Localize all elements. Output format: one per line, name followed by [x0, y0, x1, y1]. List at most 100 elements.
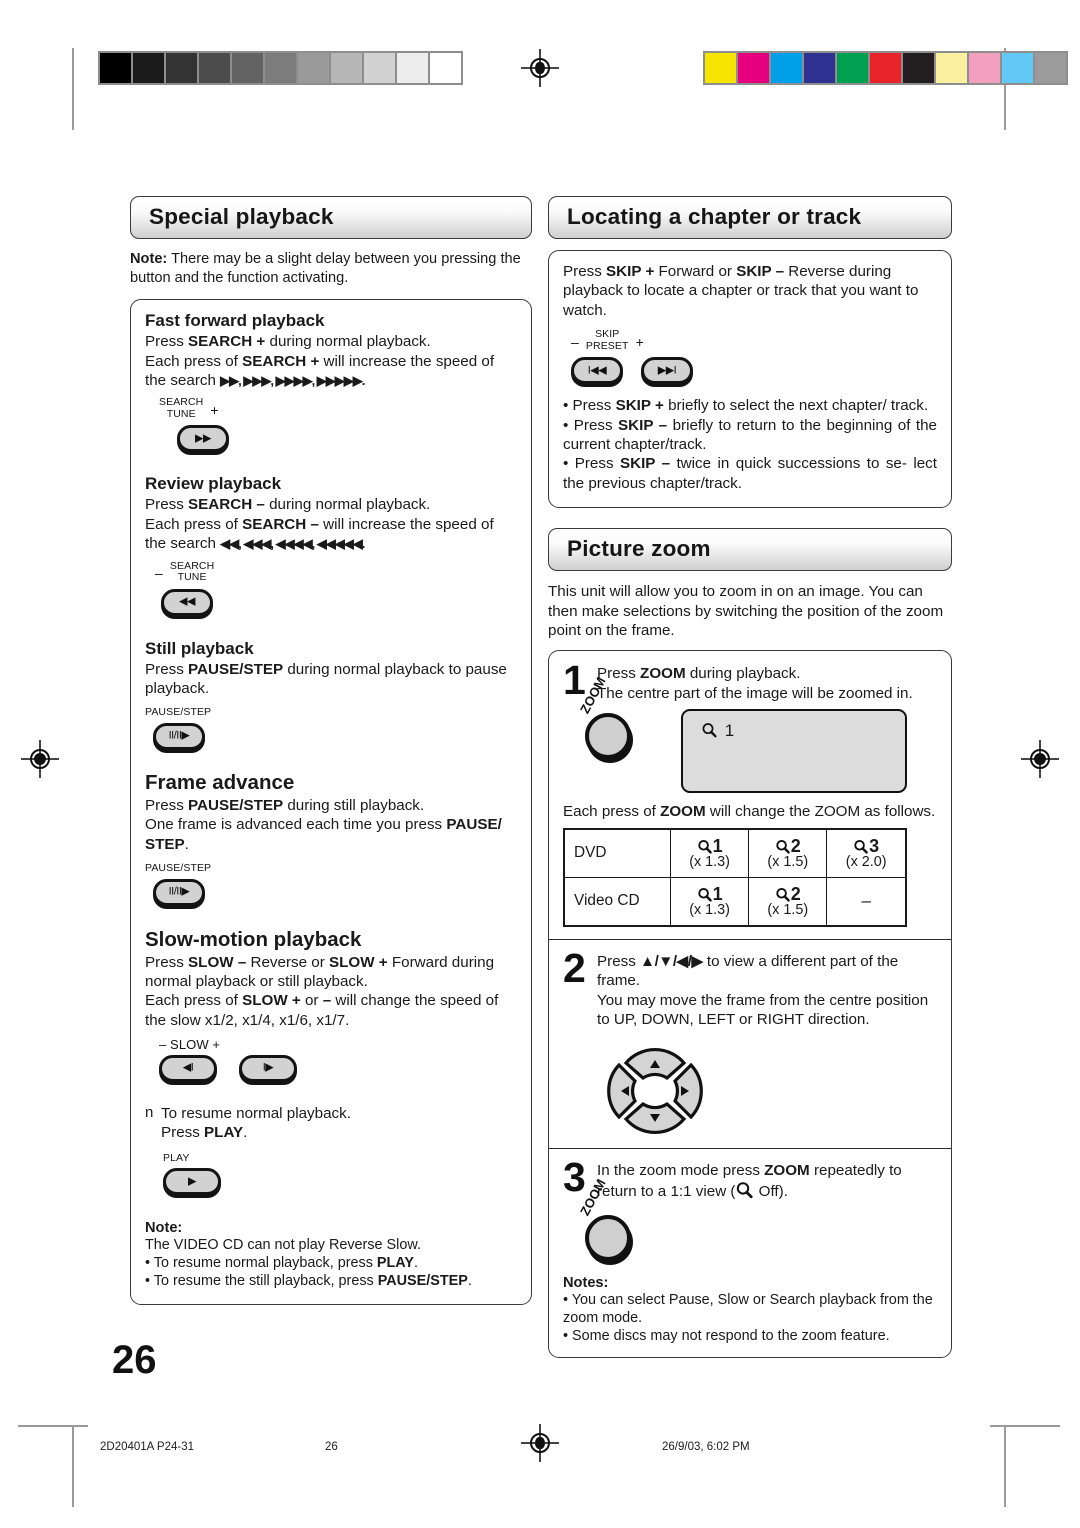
crop-rule-left-bottom — [72, 1425, 74, 1507]
step2-line1: Press ▲/▼/◀/▶ to view a different part o… — [597, 952, 937, 991]
skip-next-icon: ▶▶I — [657, 364, 677, 377]
grayscale-calibration-bar — [98, 51, 463, 85]
key-caption-search-tune-plus: SEARCH TUNE + — [159, 397, 517, 420]
table-cell-disc-type: Video CD — [563, 876, 671, 927]
txt: Press — [161, 1124, 205, 1142]
dial-rim — [585, 1214, 631, 1261]
kbd-skip-minus: SKIP – — [736, 263, 785, 280]
remote-key-search-forward[interactable]: ▶▶ — [177, 425, 229, 453]
gray-swatch-6 — [298, 53, 329, 83]
pause-play-icon: II/II▶ — [168, 885, 190, 898]
gray-swatch-1 — [133, 53, 164, 83]
remote-key-pause-step-frame[interactable]: II/II▶ — [153, 878, 205, 906]
key-caption-search-tune-minus: – SEARCH TUNE — [155, 560, 517, 584]
kbd-slow-plus: SLOW + — [242, 992, 301, 1010]
step-number: 2 — [563, 945, 586, 992]
kbd-slow-plus: SLOW + — [329, 953, 388, 971]
note-label: Note: — [130, 251, 168, 267]
key-caption-play: PLAY — [163, 1151, 190, 1164]
txt: during playback. — [685, 665, 801, 683]
slow-line1: Press SLOW – Reverse or SLOW + Forward d… — [145, 953, 517, 992]
txt: Each press of — [145, 352, 243, 370]
notes-title: Notes: — [563, 1274, 609, 1291]
resume-line2: Press PLAY. — [161, 1123, 351, 1142]
caption-line-1: SEARCH — [159, 396, 204, 409]
crop-rule-right-bottom — [1004, 1425, 1006, 1507]
txt: will change the ZOOM as follows. — [705, 803, 936, 821]
picture-zoom-notes: Notes: • You can select Pause, Slow or S… — [563, 1275, 937, 1345]
gray-swatch-0 — [100, 53, 131, 83]
zoom-multiplier: (x 1.3) — [689, 901, 730, 918]
fast-forward-arrow-icons: ▶▶, ▶▶▶, ▶▶▶▶, ▶▶▶▶▶. — [220, 373, 365, 388]
special-playback-box: Fast forward playback Press SEARCH + dur… — [130, 299, 532, 1306]
block-frame-advance: Frame advance Press PAUSE/STEP during st… — [145, 771, 517, 911]
heading-still-playback: Still playback — [145, 638, 254, 658]
zoom-step-2: 2 Press ▲/▼/◀/▶ to view a different part… — [549, 940, 951, 1148]
color-swatch-2 — [771, 53, 802, 83]
frame-advance-line1: Press PAUSE/STEP during still playback. — [145, 796, 517, 815]
remote-key-slow-forward[interactable]: I▶ — [239, 1054, 297, 1082]
caption-line-2: TUNE — [166, 407, 196, 420]
kbd-zoom: ZOOM — [640, 665, 686, 683]
list-item: • Press SKIP – briefly to return to the … — [563, 416, 937, 455]
heading-review-playback: Review playback — [145, 474, 282, 494]
section-header-picture-zoom: Picture zoom — [548, 528, 952, 572]
kbd-slow-minus: SLOW – — [188, 953, 247, 971]
right-column: Locating a chapter or track Press SKIP +… — [548, 196, 952, 1358]
gray-swatch-7 — [331, 53, 362, 83]
remote-key-slow-reverse[interactable]: ◀I — [159, 1054, 217, 1082]
zoom-step-1: 1 Press ZOOM during playback. The centre… — [549, 651, 951, 938]
remote-dial-zoom[interactable]: ZOOM — [577, 675, 631, 763]
txt: . — [184, 835, 189, 853]
locating-box: Press SKIP + Forward or SKIP – Reverse d… — [548, 250, 952, 509]
resume-line1: To resume normal playback. — [161, 1104, 351, 1122]
txt: . — [243, 1124, 248, 1142]
key-group-skip: – SKIP PRESET + I◀◀ ▶▶I — [571, 328, 937, 385]
list-item: • Some discs may not respond to the zoom… — [563, 1327, 890, 1344]
note-block-line1: The VIDEO CD can not play Reverse Slow. — [145, 1237, 421, 1254]
remote-key-search-reverse[interactable]: ◀◀ — [161, 588, 213, 616]
caption-line-2: TUNE — [177, 571, 207, 584]
caption-line-2: PRESET — [585, 339, 629, 352]
gray-swatch-4 — [232, 53, 263, 83]
remote-key-pause-step-still[interactable]: II/II▶ — [153, 722, 205, 750]
txt: Each press of — [145, 992, 243, 1010]
step1-after: Each press of ZOOM will change the ZOOM … — [563, 802, 937, 821]
still-line1: Press PAUSE/STEP during normal playback … — [145, 660, 517, 699]
txt: One frame is advanced each time you pres… — [145, 816, 447, 834]
remote-key-play[interactable]: ▶ — [163, 1168, 221, 1196]
list-item: • Press SKIP – twice in quick succession… — [563, 454, 937, 493]
caption-sign: + — [210, 401, 219, 418]
txt: during still playback. — [283, 796, 425, 814]
heading-slow-motion: Slow-motion playback — [145, 927, 362, 951]
remote-key-skip-forward[interactable]: ▶▶I — [641, 357, 693, 385]
crop-rule-bottom-right — [990, 1425, 1060, 1427]
skip-previous-icon: I◀◀ — [587, 364, 607, 377]
special-playback-note: Note: There may be a slight delay betwee… — [130, 250, 532, 287]
note-block-line2: • To resume normal playback, press PLAY. — [145, 1254, 517, 1272]
step3-line: In the zoom mode press ZOOM repeatedly t… — [597, 1161, 937, 1205]
dpad-arrows-icon: ▲/▼/◀/▶ — [640, 953, 703, 971]
magnifier-icon: 2 — [775, 884, 801, 904]
kbd-search-minus: SEARCH – — [188, 496, 265, 514]
caption-sign: – — [155, 565, 163, 582]
footer-doc-id: 2D20401A P24-31 — [100, 1441, 194, 1453]
key-caption-skip-preset: – SKIP PRESET + — [571, 328, 937, 352]
color-swatch-3 — [804, 53, 835, 83]
remote-dial-zoom-off[interactable]: ZOOM — [577, 1176, 631, 1265]
remote-key-skip-reverse[interactable]: I◀◀ — [571, 357, 623, 385]
kbd-pause-step: PAUSE/STEP — [188, 660, 284, 678]
magnifier-icon: 2 — [775, 836, 801, 856]
txt: briefly to select the next chapter/ trac… — [663, 397, 929, 415]
page-number: 26 — [112, 1338, 157, 1382]
key-group-slow: – SLOW + ◀I I▶ — [159, 1039, 517, 1082]
key-caption-slow: – SLOW + — [159, 1037, 221, 1053]
registration-mark-right — [1021, 740, 1059, 778]
txt: Forward or — [654, 263, 737, 280]
fast-forward-line2: Each press of SEARCH + will increase the… — [145, 352, 517, 391]
color-swatch-7 — [936, 53, 967, 83]
txt: Press — [563, 263, 607, 280]
remote-dpad[interactable] — [599, 1038, 711, 1138]
kbd-skip-plus: SKIP + — [606, 263, 655, 280]
zoom-preview-screen: 1 — [681, 709, 907, 794]
